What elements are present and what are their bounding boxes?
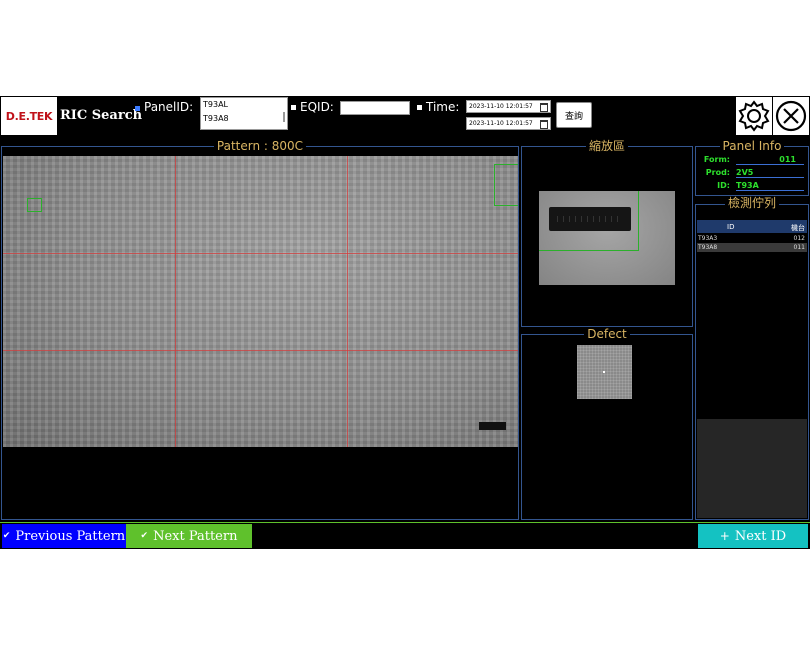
panelid-item[interactable]: T93A8: [201, 113, 287, 127]
panel-info-panel: Panel Info Form: 011 Prod: 2V5 ID: T93A: [695, 139, 809, 196]
eqid-bullet: [291, 105, 296, 110]
time-bullet: [417, 105, 422, 110]
app-title: RIC Search: [60, 108, 143, 123]
query-button-label: 查詢: [564, 111, 583, 122]
table-row[interactable]: T93A3 012: [697, 234, 807, 243]
panel-info-prod-row: Prod: 2V5: [700, 168, 804, 180]
settings-button[interactable]: [736, 97, 772, 135]
zoom-title: 縮放區: [585, 139, 628, 153]
panelid-scrollbar[interactable]: [283, 112, 285, 122]
prod-value: 2V5: [736, 168, 804, 178]
form-label: Form:: [703, 155, 730, 164]
close-icon: [775, 100, 807, 132]
queue-header-id[interactable]: ID: [727, 223, 734, 231]
grid-line: [175, 156, 176, 447]
pattern-image[interactable]: [3, 156, 518, 447]
calendar-icon[interactable]: [540, 120, 548, 129]
queue-row-machine: 012: [773, 234, 807, 243]
table-row[interactable]: T93A8 011: [697, 243, 807, 252]
grid-line: [347, 156, 348, 447]
zoom-image[interactable]: [539, 191, 675, 285]
previous-pattern-label: Previous Pattern: [15, 528, 126, 544]
grid-line: [3, 350, 518, 351]
gear-icon: [738, 100, 770, 132]
zoom-region-marker[interactable]: [539, 191, 639, 251]
time-from-input[interactable]: 2023-11-10 12:01:57: [466, 100, 551, 113]
time-to-input[interactable]: 2023-11-10 12:01:57: [466, 117, 551, 130]
chevron-down-icon: ✔: [2, 531, 11, 541]
queue-title: 檢測佇列: [724, 196, 779, 210]
queue-row-id: T93A8: [698, 244, 718, 251]
black-mark: [479, 422, 506, 430]
time-from-value: 2023-11-10 12:01:57: [469, 103, 533, 110]
next-id-label: Next ID: [734, 528, 787, 544]
next-pattern-button[interactable]: ✔ Next Pattern: [126, 524, 252, 548]
queue-panel: 檢測佇列 ID 機台 T93A3 012 T93A8 011: [695, 196, 809, 520]
panelid-item[interactable]: T93AL: [201, 98, 287, 113]
ric-search-window: D.E.TEK RIC Search PanelID: T93AL T93A8 …: [0, 96, 810, 549]
panel-info-form-row: Form: 011: [700, 155, 804, 167]
eqid-label: EQID:: [300, 100, 334, 114]
queue-row-id: T93A3: [698, 235, 718, 242]
defect-panel: Defect: [521, 327, 693, 520]
form-value: 011: [736, 155, 804, 165]
id-label: ID:: [717, 181, 730, 190]
panelid-bullet: [135, 106, 140, 111]
defect-point: [603, 371, 605, 373]
panelid-label: PanelID:: [144, 100, 194, 114]
defect-image[interactable]: [577, 345, 632, 399]
panel-info-id-row: ID: T93A: [700, 181, 804, 193]
zoom-panel: 縮放區: [521, 139, 693, 327]
queue-header: ID 機台: [697, 220, 807, 233]
queue-row-machine: 011: [793, 244, 805, 251]
eqid-input[interactable]: [340, 101, 410, 115]
next-id-button[interactable]: + Next ID: [698, 524, 808, 548]
time-label: Time:: [426, 100, 460, 114]
chevron-down-icon: ✔: [140, 531, 149, 541]
plus-icon: +: [719, 529, 730, 543]
close-button[interactable]: [773, 97, 809, 135]
grid-line: [3, 253, 518, 254]
query-button[interactable]: 查詢: [556, 102, 592, 128]
pattern-panel: Pattern : 800C: [1, 139, 519, 520]
logo-text: D.E.TEK: [5, 109, 53, 123]
defect-title: Defect: [584, 327, 630, 341]
pattern-title: Pattern : 800C: [213, 139, 307, 153]
logo: D.E.TEK: [1, 97, 57, 135]
time-to-value: 2023-11-10 12:01:57: [469, 120, 533, 127]
defect-marker[interactable]: [27, 198, 42, 212]
panel-info-title: Panel Info: [719, 139, 785, 153]
zoom-region-marker[interactable]: [494, 164, 518, 206]
panelid-list[interactable]: T93AL T93A8: [200, 97, 288, 130]
queue-header-machine[interactable]: 機台: [791, 223, 805, 233]
prod-label: Prod:: [705, 168, 730, 177]
queue-empty-area: [697, 419, 807, 518]
id-value: T93A: [736, 181, 804, 191]
next-pattern-label: Next Pattern: [153, 528, 238, 544]
previous-pattern-button[interactable]: ✔ Previous Pattern: [2, 524, 126, 548]
calendar-icon[interactable]: [540, 103, 548, 112]
